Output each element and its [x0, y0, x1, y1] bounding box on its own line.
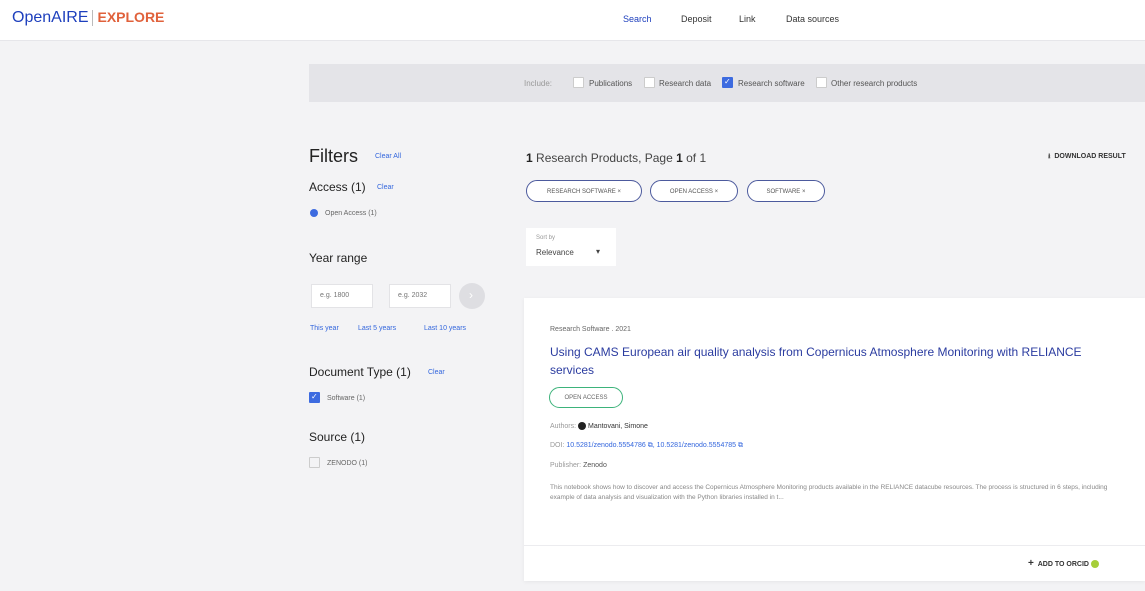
checkbox-research-software[interactable]	[722, 77, 733, 88]
plus-icon: +	[1028, 558, 1034, 569]
include-research-data-label[interactable]: Research data	[659, 79, 711, 88]
last-5-years-link[interactable]: Last 5 years	[358, 325, 396, 332]
year-range-heading: Year range	[309, 251, 368, 265]
clear-all-link[interactable]: Clear All	[375, 153, 401, 160]
add-to-orcid-button[interactable]: + ADD TO ORCID	[1028, 558, 1099, 569]
openaire-explore-logo[interactable]: OpenAIRE EXPLORE	[12, 9, 164, 27]
software-option-label[interactable]: Software (1)	[327, 395, 365, 402]
software-checkbox[interactable]	[309, 392, 320, 403]
doi-link-2[interactable]: 10.5281/zenodo.5554785	[657, 442, 736, 449]
chip-research-software[interactable]: RESEARCH SOFTWARE ×	[526, 180, 642, 202]
authors-line: Authors: Mantovani, Simone	[550, 422, 648, 430]
download-results-label: DOWNLOAD RESULT	[1054, 153, 1126, 160]
results-count-number: 1	[526, 151, 533, 165]
results-page-of: of 1	[682, 151, 707, 165]
orcid-logo-icon	[1090, 560, 1099, 569]
result-meta: Research Software . 2021	[550, 326, 631, 333]
chip-software[interactable]: SOFTWARE ×	[747, 180, 825, 202]
access-heading: Access (1)	[309, 180, 366, 194]
logo-separator	[92, 9, 94, 26]
top-bar: OpenAIRE EXPLORE Search Deposit Link Data…	[0, 0, 1145, 41]
open-access-badge: OPEN ACCESS	[549, 387, 623, 408]
download-results-button[interactable]: ⭳ DOWNLOAD RESULT	[1048, 152, 1126, 163]
nav-data-sources[interactable]: Data sources	[786, 14, 839, 24]
doi-label: DOI:	[550, 442, 565, 449]
year-from-input[interactable]	[311, 284, 373, 308]
document-type-clear-link[interactable]: Clear	[428, 369, 445, 376]
logo-explore-text: EXPLORE	[97, 9, 165, 25]
authors-label: Authors:	[550, 422, 577, 430]
checkbox-research-data[interactable]	[644, 77, 655, 88]
chip-open-access[interactable]: OPEN ACCESS ×	[650, 180, 738, 202]
nav-deposit[interactable]: Deposit	[681, 14, 712, 24]
author-name[interactable]: Mantovani, Simone	[588, 423, 648, 430]
year-apply-button[interactable]	[459, 283, 485, 309]
card-divider	[524, 545, 1145, 546]
include-bar: Include: Publications Research data Rese…	[309, 64, 1145, 102]
sort-label: Sort by	[536, 235, 556, 241]
orcid-icon	[578, 422, 587, 430]
nav-link[interactable]: Link	[739, 14, 756, 24]
publisher-label: Publisher:	[550, 462, 582, 469]
download-icon: ⭳	[1048, 153, 1051, 160]
result-title-link[interactable]: Using CAMS European air quality analysis…	[550, 343, 1110, 379]
zenodo-checkbox[interactable]	[309, 457, 320, 468]
document-type-heading: Document Type (1)	[309, 365, 411, 379]
access-clear-link[interactable]: Clear	[377, 184, 394, 191]
include-other-products-label[interactable]: Other research products	[831, 79, 917, 88]
results-count: 1 Research Products, Page 1 of 1	[526, 151, 706, 165]
last-10-years-link[interactable]: Last 10 years	[424, 325, 466, 332]
include-label: Include:	[524, 79, 553, 88]
doi-line: DOI: 10.5281/zenodo.5554786 ⧉, 10.5281/z…	[550, 442, 743, 450]
checkbox-publications[interactable]	[573, 77, 584, 88]
doi-link-1[interactable]: 10.5281/zenodo.5554786	[566, 442, 645, 449]
include-research-software-label[interactable]: Research software	[738, 79, 805, 88]
chevron-down-icon: ▾	[596, 247, 601, 256]
result-description: This notebook shows how to discover and …	[550, 484, 1108, 501]
year-to-input[interactable]	[389, 284, 451, 308]
nav-search[interactable]: Search	[623, 14, 652, 24]
logo-openaire-text: OpenAIRE	[12, 9, 89, 26]
external-link-icon: ⧉,	[645, 442, 657, 449]
zenodo-option-label[interactable]: ZENODO (1)	[327, 460, 367, 467]
sort-value: Relevance	[536, 248, 574, 257]
publisher-line: Publisher: Zenodo	[550, 462, 607, 469]
sort-dropdown[interactable]: Sort by Relevance ▾	[526, 228, 616, 266]
add-to-orcid-label: ADD TO ORCID	[1037, 561, 1089, 568]
result-card	[524, 298, 1145, 581]
results-page-number: 1	[676, 151, 683, 165]
open-access-radio[interactable]	[310, 209, 318, 217]
checkbox-other-products[interactable]	[816, 77, 827, 88]
open-access-option-label[interactable]: Open Access (1)	[325, 210, 377, 217]
filters-title: Filters	[309, 146, 358, 166]
external-link-icon: ⧉	[736, 442, 743, 449]
include-publications-label[interactable]: Publications	[589, 79, 632, 88]
source-heading: Source (1)	[309, 430, 366, 444]
publisher-value: Zenodo	[583, 462, 607, 469]
results-count-text: Research Products, Page	[532, 151, 677, 165]
this-year-link[interactable]: This year	[310, 325, 339, 332]
